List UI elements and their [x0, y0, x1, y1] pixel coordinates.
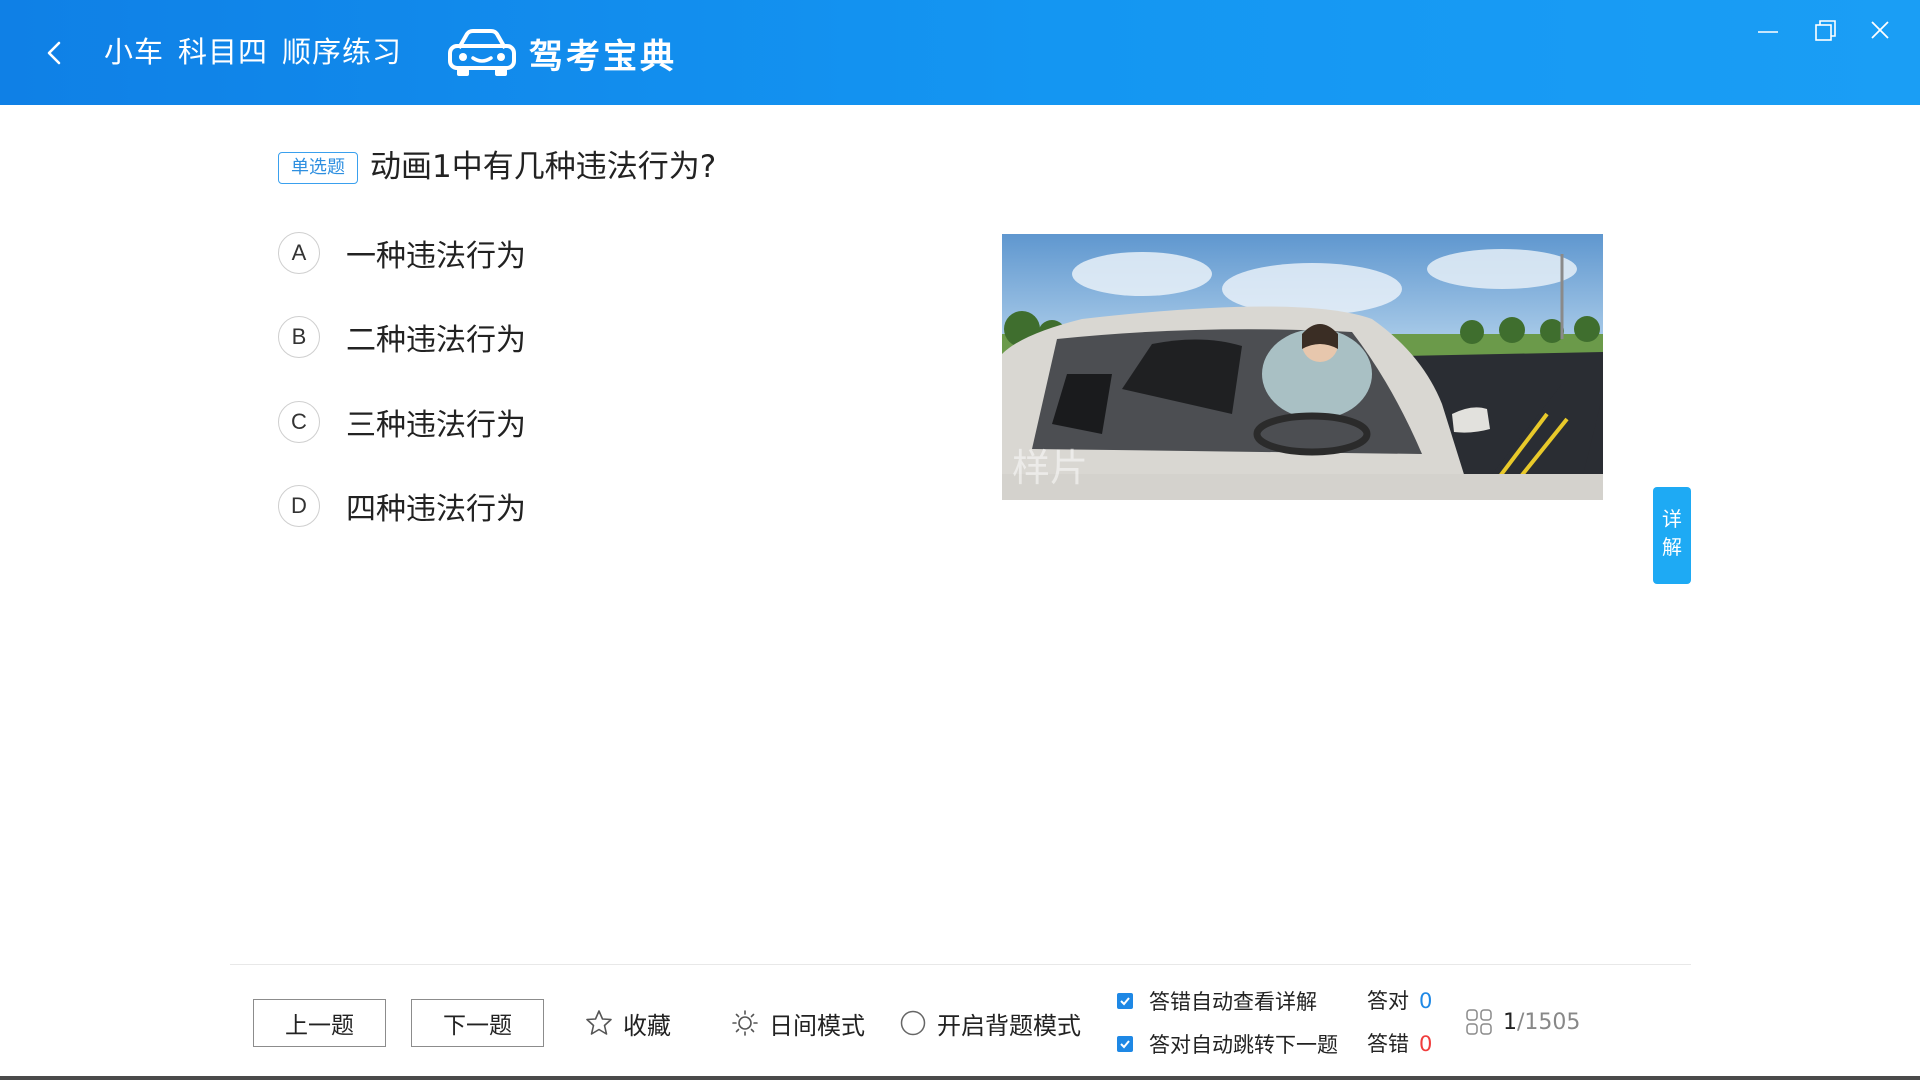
sample-watermark: 样片 — [1012, 446, 1089, 490]
star-icon — [586, 1010, 612, 1035]
next-question-button[interactable]: 下一题 — [411, 999, 544, 1047]
option-text: 四种违法行为 — [346, 492, 526, 527]
option-letter: B — [278, 316, 320, 358]
window-bottom-border — [0, 1076, 1920, 1080]
breadcrumb-subject: 科目四 — [178, 35, 269, 69]
option-c[interactable]: C 三种违法行为 — [278, 399, 526, 445]
correct-label: 答对 — [1367, 989, 1409, 1013]
detail-tab-char: 详 — [1662, 507, 1682, 531]
question-type-badge: 单选题 — [278, 152, 358, 184]
app-logo: 驾考宝典 — [447, 26, 677, 80]
driving-scene-image — [1002, 234, 1603, 500]
back-icon[interactable] — [40, 38, 70, 68]
checkbox-checked-icon — [1117, 993, 1133, 1009]
close-icon[interactable] — [1860, 18, 1900, 46]
favorite-button[interactable]: 收藏 — [585, 1004, 671, 1042]
circle-radio-icon — [900, 1010, 926, 1036]
option-text: 一种违法行为 — [346, 239, 526, 274]
wrong-label: 答错 — [1367, 1032, 1409, 1056]
day-mode-toggle[interactable]: 日间模式 — [731, 1004, 865, 1042]
day-mode-label: 日间模式 — [769, 1011, 865, 1040]
checkbox-checked-icon — [1117, 1036, 1133, 1052]
option-text: 二种违法行为 — [346, 323, 526, 358]
logo-text: 驾考宝典 — [529, 36, 677, 77]
option-b[interactable]: B 二种违法行为 — [278, 314, 526, 360]
question-animation[interactable]: 样片 — [1002, 234, 1603, 500]
detail-tab-char: 解 — [1662, 535, 1682, 559]
breadcrumb-mode: 顺序练习 — [282, 35, 403, 69]
question-text: 动画1中有几种违法行为? — [370, 149, 717, 185]
correct-count-stat: 答对 0 — [1367, 987, 1432, 1015]
sun-icon — [732, 1010, 758, 1036]
question-progress-button[interactable]: 1/1505 — [1465, 1007, 1580, 1037]
footer-divider — [230, 964, 1691, 965]
progress-total: /1505 — [1517, 1009, 1581, 1035]
favorite-label: 收藏 — [623, 1011, 671, 1040]
detail-explanation-tab[interactable]: 详 解 — [1653, 487, 1691, 584]
prev-question-button[interactable]: 上一题 — [253, 999, 386, 1047]
car-logo-icon — [448, 29, 516, 76]
breadcrumb-vehicle: 小车 — [104, 35, 165, 69]
restore-icon[interactable] — [1804, 18, 1844, 46]
title-bar: 小车 科目四 顺序练习 驾考宝典 — [0, 0, 1920, 105]
option-letter: C — [278, 401, 320, 443]
wrong-count: 0 — [1419, 1032, 1433, 1056]
option-text: 三种违法行为 — [346, 408, 526, 443]
auto-detail-label: 答错自动查看详解 — [1149, 990, 1317, 1014]
auto-next-label: 答对自动跳转下一题 — [1149, 1033, 1338, 1057]
grid-icon — [1466, 1009, 1492, 1035]
auto-next-checkbox[interactable]: 答对自动跳转下一题 — [1117, 1030, 1338, 1058]
memorize-mode-toggle[interactable]: 开启背题模式 — [899, 1004, 1081, 1042]
progress-current: 1 — [1503, 1009, 1517, 1035]
memorize-mode-label: 开启背题模式 — [937, 1011, 1081, 1040]
minimize-icon[interactable] — [1748, 18, 1788, 46]
option-letter: A — [278, 232, 320, 274]
option-letter: D — [278, 485, 320, 527]
wrong-count-stat: 答错 0 — [1367, 1030, 1432, 1058]
correct-count: 0 — [1419, 989, 1433, 1013]
option-a[interactable]: A 一种违法行为 — [278, 230, 526, 276]
option-d[interactable]: D 四种违法行为 — [278, 483, 526, 529]
auto-detail-checkbox[interactable]: 答错自动查看详解 — [1117, 987, 1317, 1015]
